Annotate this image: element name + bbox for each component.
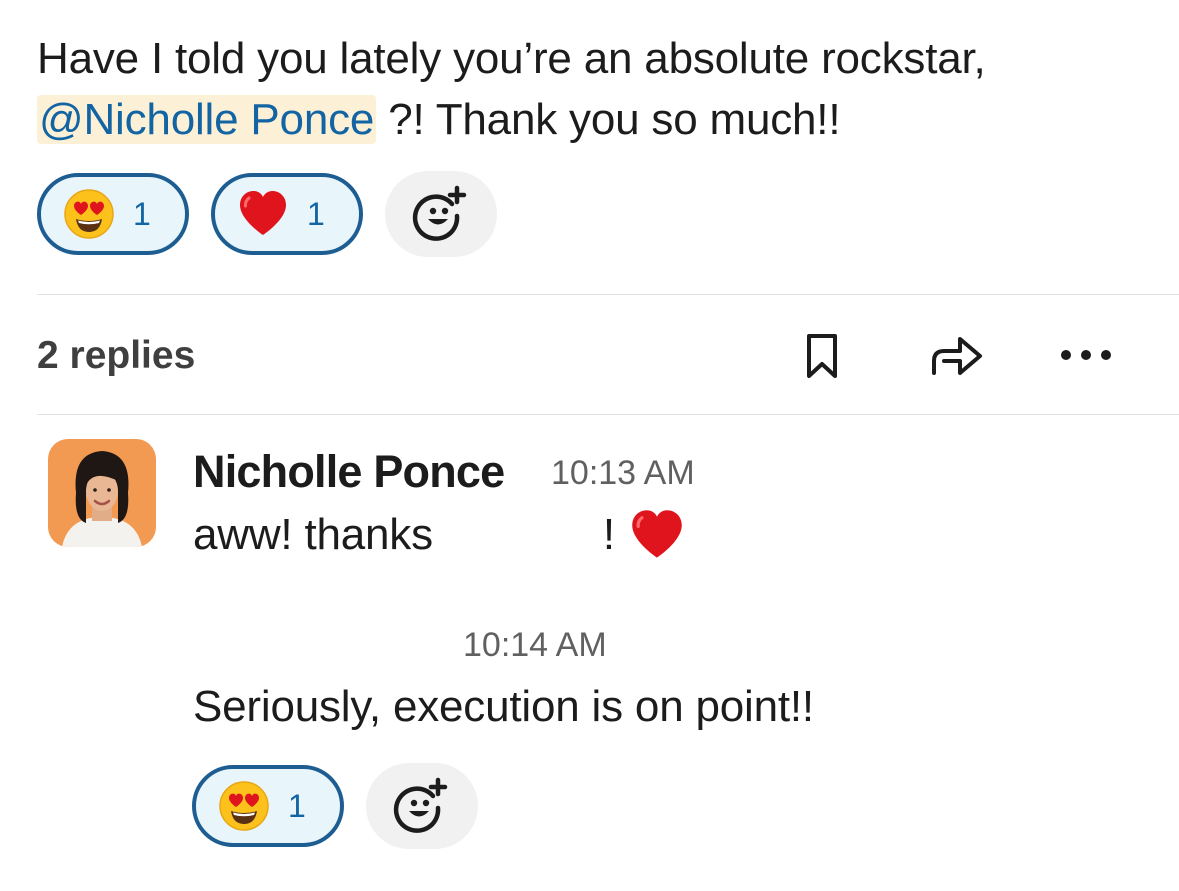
reply-text: aww! thanks [193, 510, 433, 559]
reaction-heart-eyes[interactable]: 1 [37, 173, 189, 255]
user-photo [48, 439, 156, 547]
more-options-icon[interactable] [1058, 345, 1114, 365]
reply-timestamp[interactable]: 10:13 AM [551, 454, 695, 493]
heart-eyes-emoji-icon [64, 189, 114, 239]
add-emoji-icon [393, 777, 448, 833]
avatar[interactable] [48, 439, 156, 547]
reply-reactions: 1 [192, 763, 478, 849]
reaction-count: 1 [307, 195, 325, 232]
replies-count[interactable]: 2 replies [37, 334, 195, 378]
reaction-heart-eyes[interactable]: 1 [192, 765, 344, 847]
add-reaction-button[interactable] [366, 763, 478, 849]
reply-timestamp[interactable]: 10:14 AM [463, 626, 607, 665]
reaction-red-heart[interactable]: 1 [211, 173, 363, 255]
red-heart-emoji-icon [632, 510, 682, 558]
redacted-name [440, 515, 603, 555]
add-emoji-icon [412, 185, 467, 241]
reaction-count: 1 [288, 787, 306, 824]
share-forward-icon[interactable] [930, 333, 984, 379]
add-reaction-button[interactable] [385, 171, 497, 257]
parent-message-text: Have I told you lately you’re an absolut… [37, 28, 1157, 150]
reply-message-text: aww! thanks ! [193, 507, 685, 563]
divider [37, 414, 1179, 415]
red-heart-emoji-icon [240, 191, 286, 235]
bookmark-icon[interactable] [805, 332, 839, 380]
reply-author-name[interactable]: Nicholle Ponce [193, 446, 505, 498]
reaction-count: 1 [133, 195, 151, 232]
message-text-start: Have I told you lately you’re an absolut… [37, 34, 986, 83]
heart-eyes-emoji-icon [219, 781, 269, 831]
reply-text-end: ! [602, 510, 615, 559]
message-text-end: ?! Thank you so much!! [376, 95, 841, 144]
divider [37, 294, 1179, 295]
parent-reactions: 1 1 [37, 171, 497, 257]
user-mention[interactable]: @Nicholle Ponce [37, 95, 377, 144]
reply-message-text: Seriously, execution is on point!! [193, 682, 814, 731]
